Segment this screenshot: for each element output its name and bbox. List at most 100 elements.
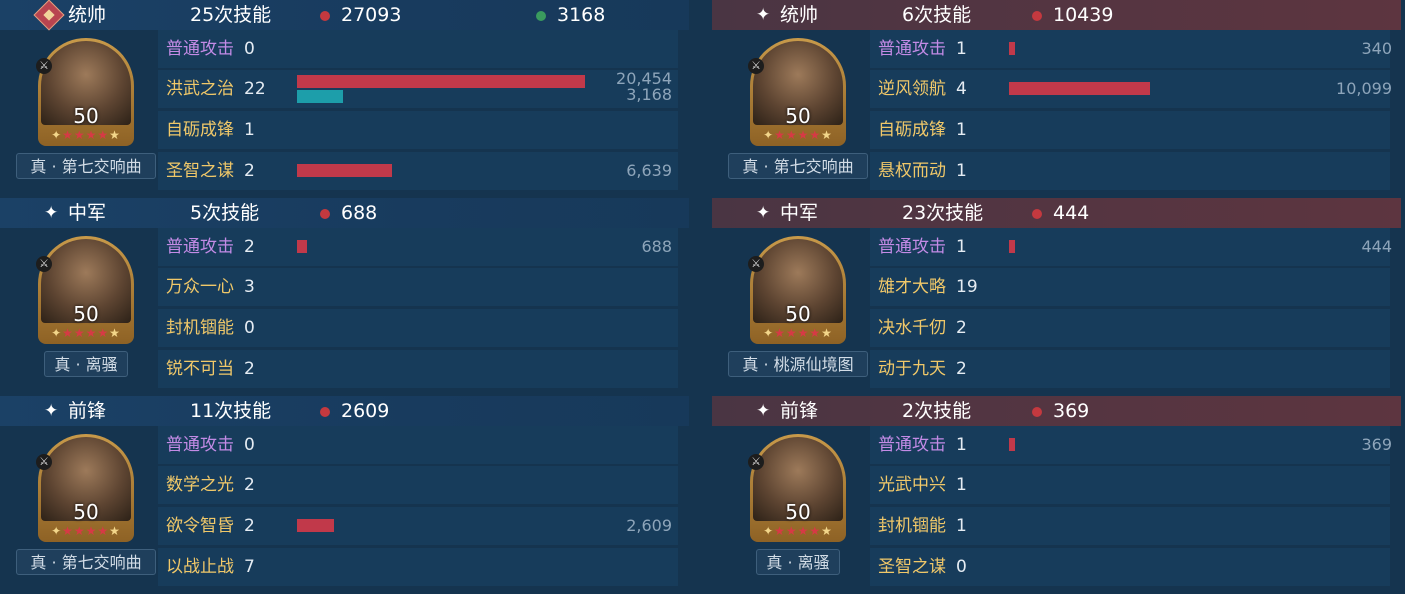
damage-dot-icon xyxy=(1032,209,1042,219)
hero-portrait[interactable]: ⚔ 50 ✦★★★★★ xyxy=(36,236,134,344)
skill-name: 雄才大略 xyxy=(878,277,946,297)
tactic-tag[interactable]: 真 · 第七交响曲 xyxy=(16,549,156,575)
row-background xyxy=(158,309,678,347)
skill-use-count: 2 xyxy=(244,359,255,379)
skill-use-count: 1 xyxy=(956,516,967,536)
skill-row: 动于九天 2 xyxy=(870,350,1390,388)
skill-name: 以战止战 xyxy=(166,557,234,577)
tactic-tag[interactable]: 真 · 离骚 xyxy=(44,351,128,377)
row-background xyxy=(870,426,1390,464)
weapon-icon: ⚔ xyxy=(36,454,52,470)
skill-use-count: 0 xyxy=(956,557,967,577)
skill-name: 自砺成锋 xyxy=(878,120,946,140)
skill-use-count: 1 xyxy=(956,475,967,495)
position-label: 统帅 xyxy=(68,4,107,26)
commander-badge-inner xyxy=(43,9,55,21)
hero-portrait[interactable]: ⚔ 50 ✦★★★★★ xyxy=(748,236,846,344)
skill-row: 自砺成锋 1 xyxy=(870,111,1390,149)
skill-count-label: 6次技能 xyxy=(902,4,972,26)
row-background xyxy=(870,152,1390,190)
hero-portrait[interactable]: ⚔ 50 ✦★★★★★ xyxy=(36,38,134,146)
skill-row: 万众一心 3 xyxy=(158,268,678,306)
section-header: ✦ 前锋 2次技能 369 xyxy=(712,396,1401,426)
skill-use-count: 2 xyxy=(244,161,255,181)
tactic-tag[interactable]: 真 · 离骚 xyxy=(756,549,840,575)
skill-use-count: 2 xyxy=(244,516,255,536)
skill-use-count: 2 xyxy=(244,475,255,495)
skill-count-label: 25次技能 xyxy=(190,4,272,26)
damage-bar xyxy=(297,164,392,177)
hero-level: 50 xyxy=(785,500,811,524)
skill-name: 普通攻击 xyxy=(878,237,946,257)
right-team-panel: ✦ 统帅 6次技能 10439 ⚔ 50 ✦★★★★★ 真 · 第七交响曲 普通攻击 1 340 逆风… xyxy=(712,0,1401,592)
hero-portrait[interactable]: ⚔ 50 ✦★★★★★ xyxy=(36,434,134,542)
star-rating: ✦★★★★★ xyxy=(51,326,121,340)
section-header: 统帅 25次技能 27093 3168 xyxy=(0,0,689,31)
hero-portrait[interactable]: ⚔ 50 ✦★★★★★ xyxy=(748,38,846,146)
skill-name: 光武中兴 xyxy=(878,475,946,495)
skill-name: 动于九天 xyxy=(878,359,946,379)
skill-row: 光武中兴 1 xyxy=(870,466,1390,504)
skill-use-count: 3 xyxy=(244,277,255,297)
skill-use-count: 0 xyxy=(244,39,255,59)
damage-dot-icon xyxy=(320,407,330,417)
tactic-tag[interactable]: 真 · 桃源仙境图 xyxy=(728,351,868,377)
row-background xyxy=(870,466,1390,504)
skill-name: 锐不可当 xyxy=(166,359,234,379)
skill-name: 自砺成锋 xyxy=(166,120,234,140)
tactic-tag[interactable]: 真 · 第七交响曲 xyxy=(16,153,156,179)
skill-row: 普通攻击 1 444 xyxy=(870,228,1392,266)
star-rating: ✦★★★★★ xyxy=(763,524,833,538)
damage-value: 6,639 xyxy=(626,161,672,180)
section-marker-icon: ✦ xyxy=(756,5,771,25)
weapon-icon: ⚔ xyxy=(748,58,764,74)
skill-name: 封机锢能 xyxy=(878,516,946,536)
row-background xyxy=(870,507,1390,545)
star-rating: ✦★★★★★ xyxy=(51,128,121,142)
position-label: 中军 xyxy=(68,202,107,224)
hero-level: 50 xyxy=(73,302,99,326)
skill-row: 圣智之谋 0 xyxy=(870,548,1390,586)
damage-value: 10,099 xyxy=(1336,79,1392,98)
left-team-panel: 统帅 25次技能 27093 3168 ⚔ 50 ✦★★★★★ 真 · 第七交响曲 普通攻击 0 洪… xyxy=(0,0,689,592)
skill-name: 封机锢能 xyxy=(166,318,234,338)
row-background xyxy=(870,111,1390,149)
skill-name: 普通攻击 xyxy=(878,435,946,455)
skill-use-count: 1 xyxy=(956,39,967,59)
heal-value: 3,168 xyxy=(626,85,672,104)
row-background xyxy=(158,466,678,504)
row-background xyxy=(870,228,1390,266)
section-header: ✦ 中军 23次技能 444 xyxy=(712,198,1401,228)
skill-use-count: 22 xyxy=(244,79,266,99)
damage-bar xyxy=(1009,42,1015,55)
skill-name: 数学之光 xyxy=(166,475,234,495)
skill-row: 洪武之治 22 20,454 3,168 xyxy=(158,70,678,108)
hero-portrait[interactable]: ⚔ 50 ✦★★★★★ xyxy=(748,434,846,542)
row-background xyxy=(158,268,678,306)
skill-row: 锐不可当 2 xyxy=(158,350,678,388)
total-damage-value: 369 xyxy=(1053,400,1090,422)
skill-name: 普通攻击 xyxy=(166,39,234,59)
row-background xyxy=(870,350,1390,388)
position-label: 前锋 xyxy=(780,400,819,422)
damage-bar xyxy=(297,519,334,532)
damage-dot-icon xyxy=(320,209,330,219)
skill-row: 数学之光 2 xyxy=(158,466,678,504)
skill-use-count: 2 xyxy=(244,237,255,257)
skill-row: 自砺成锋 1 xyxy=(158,111,678,149)
skill-use-count: 0 xyxy=(244,435,255,455)
damage-bar xyxy=(1009,82,1150,95)
skill-name: 圣智之谋 xyxy=(166,161,234,181)
tactic-tag[interactable]: 真 · 第七交响曲 xyxy=(728,153,868,179)
skill-count-label: 5次技能 xyxy=(190,202,260,224)
row-background xyxy=(158,152,678,190)
skill-name: 欲令智昏 xyxy=(166,516,234,536)
damage-bar xyxy=(297,240,307,253)
total-damage-value: 444 xyxy=(1053,202,1090,224)
row-background xyxy=(870,268,1390,306)
skill-name: 普通攻击 xyxy=(166,237,234,257)
star-rating: ✦★★★★★ xyxy=(763,326,833,340)
section-header: ✦ 前锋 11次技能 2609 xyxy=(0,396,689,426)
skill-row: 雄才大略 19 xyxy=(870,268,1390,306)
skill-name: 普通攻击 xyxy=(166,435,234,455)
